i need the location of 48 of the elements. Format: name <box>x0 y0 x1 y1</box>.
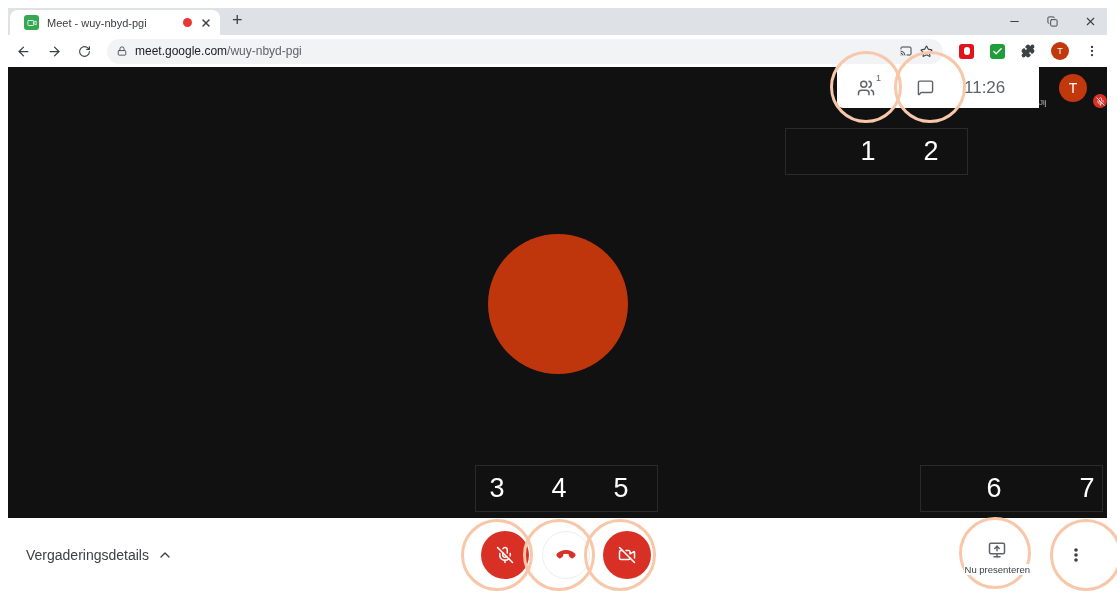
highlight-circle <box>1050 519 1117 591</box>
restore-icon[interactable] <box>1047 15 1058 28</box>
annotation-number: 7 <box>1078 473 1096 504</box>
browser-tab[interactable]: Meet - wuy-nbyd-pgi <box>10 10 220 35</box>
star-icon[interactable] <box>920 44 933 58</box>
extension-icon[interactable] <box>959 43 974 59</box>
url-path: /wuy-nbyd-pgi <box>227 44 302 58</box>
screen-share-icon <box>988 541 1007 559</box>
meeting-time: 11:26 <box>964 77 1006 98</box>
highlight-circle <box>461 519 533 591</box>
new-tab-button[interactable]: + <box>232 10 243 31</box>
url-host: meet.google.com <box>135 44 228 58</box>
annotation-number: 1 <box>859 136 877 167</box>
present-button[interactable]: Nu presenteren <box>957 540 1037 576</box>
annotation-number: 3 <box>488 473 506 504</box>
highlight-circle <box>894 51 966 123</box>
more-icon <box>1074 548 1078 562</box>
annotation-number: 2 <box>922 136 940 167</box>
address-bar[interactable]: meet.google.com/wuy-nbyd-pgi <box>107 38 943 64</box>
profile-avatar[interactable]: T <box>1051 42 1069 60</box>
highlight-circle <box>959 517 1031 589</box>
microphone-button[interactable] <box>481 531 529 579</box>
highlight-circle <box>584 519 656 591</box>
lock-icon <box>117 46 127 56</box>
annotation-number: 5 <box>612 473 630 504</box>
close-icon[interactable] <box>1084 15 1097 28</box>
back-icon[interactable] <box>16 43 31 59</box>
close-icon[interactable] <box>200 16 212 29</box>
meeting-details-button[interactable]: Vergaderingsdetails <box>26 547 481 563</box>
forward-icon[interactable] <box>47 43 62 59</box>
chat-icon[interactable] <box>917 79 934 96</box>
checkmark-icon[interactable] <box>990 43 1005 59</box>
annotation-number: 6 <box>985 473 1003 504</box>
camera-off-icon <box>618 546 636 564</box>
annotation-number: 4 <box>550 473 568 504</box>
cast-icon[interactable] <box>900 45 912 57</box>
camera-button[interactable] <box>603 531 651 579</box>
self-label: Jij <box>1039 98 1047 107</box>
tab-title: Meet - wuy-nbyd-pgi <box>47 16 148 29</box>
people-button[interactable]: 1 <box>857 72 881 97</box>
highlight-circle <box>523 519 595 591</box>
highlight-circle <box>830 51 902 123</box>
meet-logo-icon <box>24 15 39 30</box>
reload-icon[interactable] <box>78 44 91 58</box>
puzzle-icon[interactable] <box>1021 44 1035 58</box>
microphone-off-icon <box>496 546 514 564</box>
self-avatar: T <box>1059 73 1087 102</box>
hang-up-button[interactable] <box>542 531 590 579</box>
